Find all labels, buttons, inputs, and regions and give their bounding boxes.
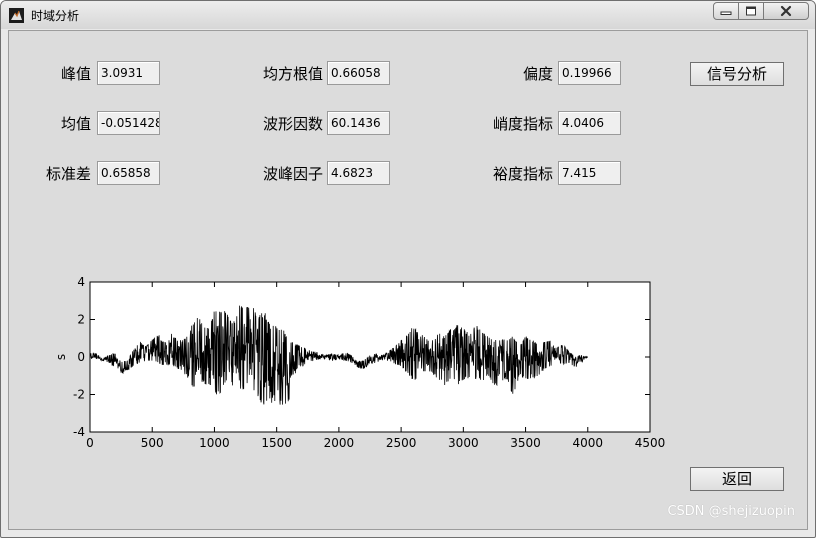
y-axis-label: s	[54, 354, 68, 360]
minimize-icon	[720, 11, 732, 15]
minimize-button[interactable]	[713, 2, 739, 20]
x-tick-label: 1500	[261, 436, 292, 450]
x-tick-label: 1000	[199, 436, 230, 450]
x-tick-label: 0	[86, 436, 94, 450]
window-title: 时域分析	[31, 9, 80, 23]
y-tick-label: -4	[73, 425, 85, 439]
x-tick-label: 2500	[386, 436, 417, 450]
x-tick-label: 2000	[324, 436, 355, 450]
app-window: 时域分析 峰值 3.0931 均方根值 0.66058 偏度 0.19966 均…	[0, 0, 816, 538]
matlab-app-icon	[9, 8, 24, 23]
figure-client-area: 峰值 3.0931 均方根值 0.66058 偏度 0.19966 均值 -0.…	[8, 30, 808, 530]
y-tick-label: 4	[77, 275, 85, 289]
close-icon	[780, 5, 792, 17]
title-bar[interactable]: 时域分析	[1, 1, 815, 29]
y-tick-label: -2	[73, 388, 85, 402]
maximize-icon	[746, 6, 756, 16]
window-controls	[713, 2, 809, 21]
x-tick-label: 500	[141, 436, 164, 450]
y-tick-label: 0	[77, 350, 85, 364]
x-tick-label: 3500	[510, 436, 541, 450]
x-tick-label: 4000	[573, 436, 604, 450]
maximize-button[interactable]	[738, 2, 764, 20]
watermark: CSDN @shejizuopin	[667, 504, 795, 519]
time-domain-plot: 0 500 1000 1500 2000 2500 3000 3500 4000 4500420-…	[54, 275, 666, 450]
y-tick-label: 2	[77, 313, 85, 327]
close-button[interactable]	[763, 2, 809, 20]
x-tick-label: 3000	[448, 436, 479, 450]
x-tick-label: 4500	[635, 436, 666, 450]
